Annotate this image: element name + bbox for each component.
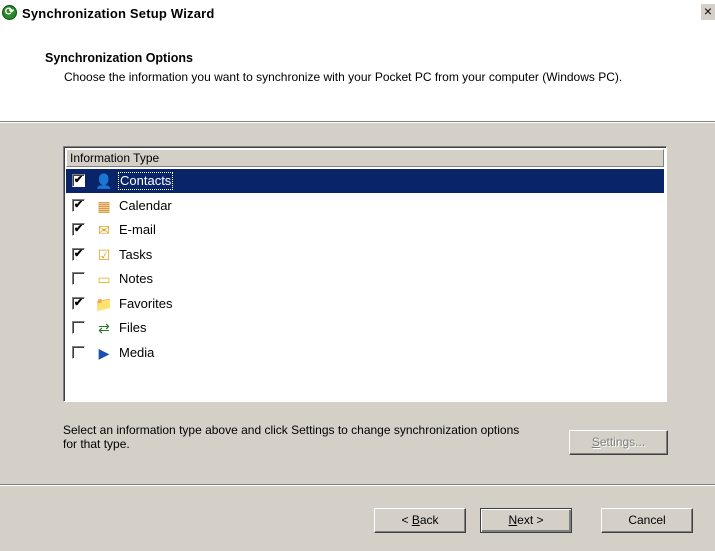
- list-item-label: Files: [119, 320, 147, 335]
- close-icon[interactable]: ×: [701, 4, 715, 20]
- checkbox[interactable]: ✔: [72, 174, 85, 187]
- page-description: Choose the information you want to synch…: [64, 70, 623, 84]
- list-item-label: Calendar: [119, 197, 172, 213]
- calendar-icon: ▦: [97, 197, 111, 214]
- back-rest: ack: [419, 513, 439, 527]
- list-item-media[interactable]: ▶ Media: [66, 341, 664, 365]
- list-item-notes[interactable]: ▭ Notes: [66, 267, 664, 291]
- contacts-icon: 👤: [95, 173, 113, 189]
- settings-button[interactable]: Settings...: [569, 430, 668, 455]
- checkbox[interactable]: [72, 321, 85, 334]
- header-divider: [0, 122, 715, 123]
- back-hotkey: B: [411, 513, 420, 527]
- title-bar[interactable]: ⟳ Synchronization Setup Wizard ×: [0, 0, 715, 35]
- activesync-icon: ⟳: [2, 5, 17, 20]
- checkbox[interactable]: ✔: [72, 198, 85, 212]
- settings-hotkey: S: [591, 435, 600, 449]
- next-hotkey: N: [508, 513, 518, 527]
- list-item-favorites[interactable]: ✔ 📁 Favorites: [66, 292, 664, 316]
- next-button[interactable]: Next >: [480, 508, 572, 533]
- footer-divider: [0, 484, 715, 486]
- list-item-e-mail[interactable]: ✔ ✉ E-mail: [66, 218, 664, 242]
- list-item-tasks[interactable]: ✔ ☑ Tasks: [66, 243, 664, 267]
- list-item-label: Tasks: [119, 246, 153, 262]
- checkbox[interactable]: [72, 345, 85, 359]
- back-button[interactable]: < Back: [374, 508, 466, 533]
- page-title: Synchronization Options: [45, 51, 193, 65]
- list-item-label: Contacts: [117, 172, 174, 190]
- next-rest: ext >: [517, 513, 544, 527]
- back-prefix: <: [401, 513, 412, 527]
- window-title: Synchronization Setup Wizard: [22, 6, 215, 21]
- list-item-label: E-mail: [119, 222, 156, 237]
- checkbox[interactable]: ✔: [72, 223, 85, 236]
- email-icon: ✉: [98, 222, 110, 238]
- settings-rest: ettings...: [599, 435, 646, 449]
- checkbox[interactable]: ✔: [72, 247, 85, 261]
- tasks-icon: ☑: [97, 246, 111, 263]
- list-item-label: Media: [119, 344, 155, 360]
- checkbox[interactable]: [72, 272, 85, 285]
- favorites-icon: 📁: [95, 295, 113, 312]
- checkbox[interactable]: ✔: [72, 296, 85, 310]
- notes-icon: ▭: [97, 271, 111, 287]
- media-icon: ▶: [98, 344, 110, 361]
- list-item-calendar[interactable]: ✔ ▦ Calendar: [66, 194, 664, 218]
- list-item-files[interactable]: ⇄ Files: [66, 316, 664, 340]
- info-text: Select an information type above and cli…: [63, 423, 520, 451]
- list-item-label: Favorites: [119, 295, 173, 311]
- cancel-button[interactable]: Cancel: [601, 508, 693, 533]
- list-item-label: Notes: [119, 271, 153, 286]
- wizard-window: ⟳ Synchronization Setup Wizard × Synchro…: [0, 0, 715, 551]
- column-header-information-type[interactable]: Information Type: [66, 149, 664, 167]
- information-type-list[interactable]: Information Type ✔ 👤 Contacts ✔ ▦ Calendar ✔ ✉ E…: [63, 146, 667, 402]
- list-item-contacts[interactable]: ✔ 👤 Contacts: [66, 169, 664, 193]
- files-icon: ⇄: [98, 320, 110, 336]
- wizard-header: Synchronization Options Choose the infor…: [0, 35, 715, 122]
